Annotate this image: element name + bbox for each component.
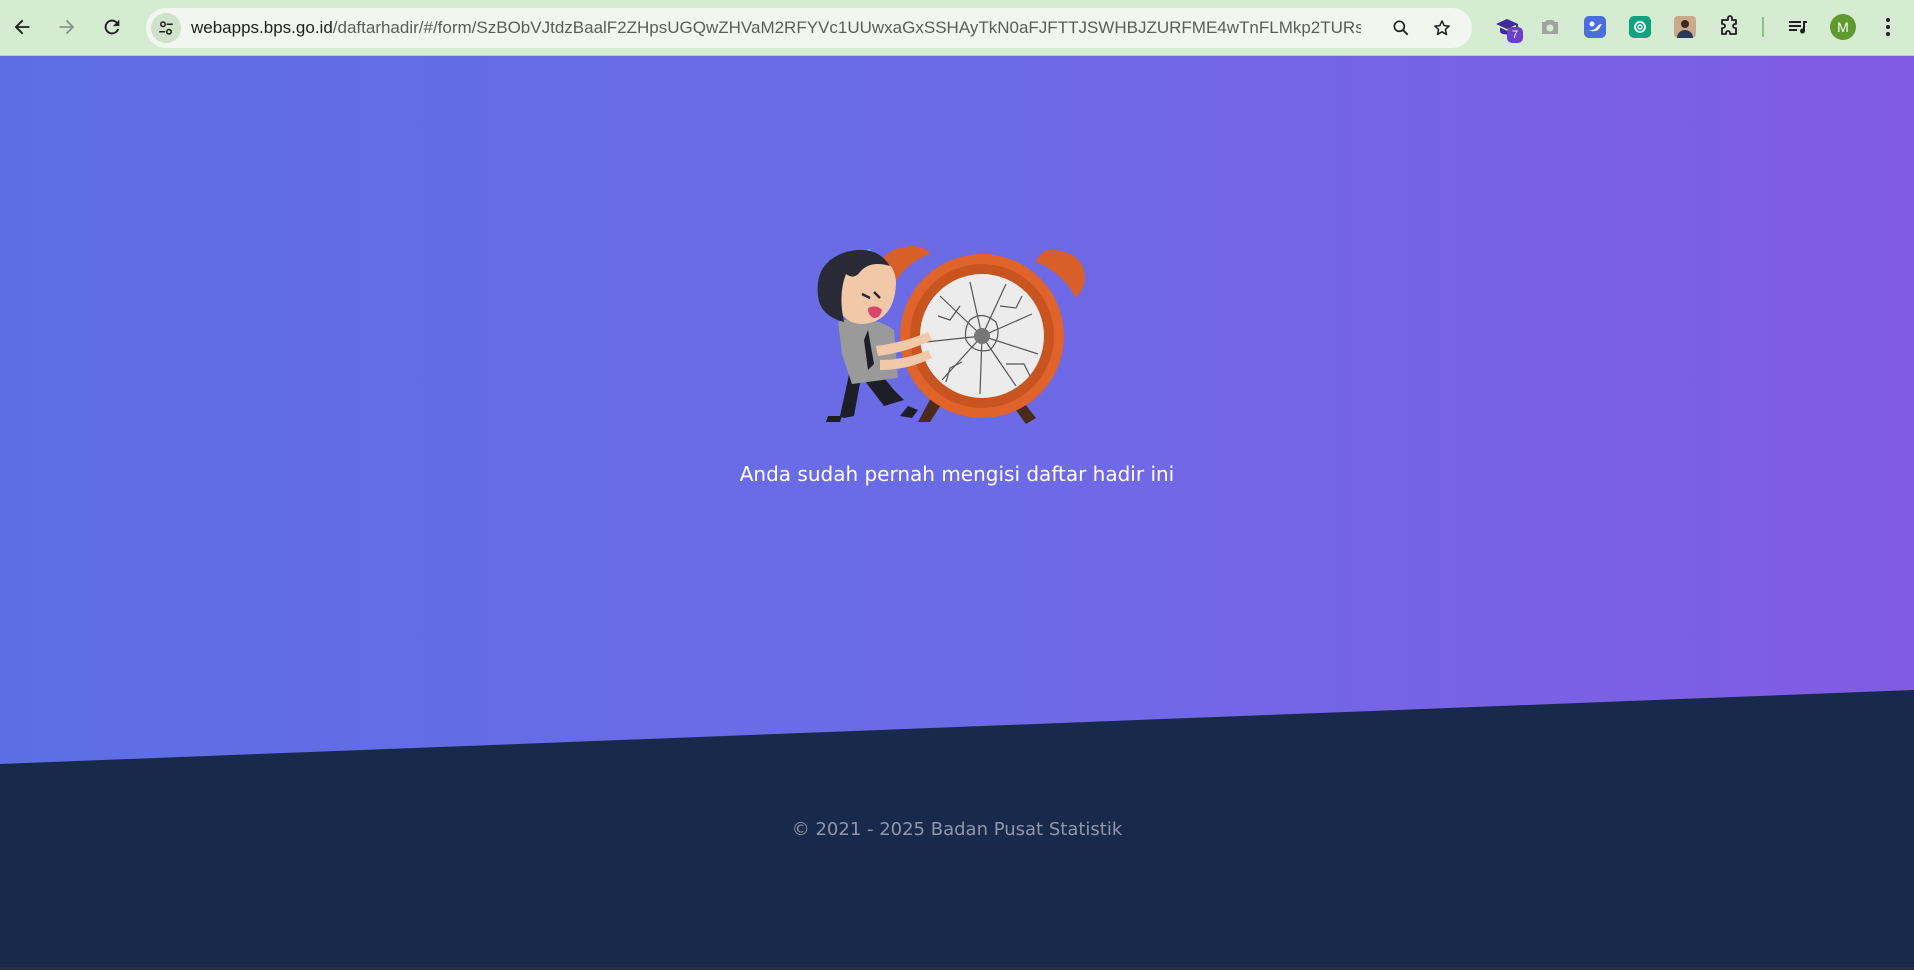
url-path: /daftarhadir/#/form/SzBObVJtdzBaalF2ZHps…: [332, 18, 1361, 37]
url-host: webapps.bps.go.id: [191, 18, 333, 37]
browser-window: webapps.bps.go.id/daftarhadir/#/form/SzB…: [0, 0, 1914, 970]
back-button[interactable]: [4, 9, 40, 45]
extension-blue-bird[interactable]: [1581, 13, 1609, 41]
openai-icon: [1629, 16, 1651, 38]
tune-icon: [159, 21, 173, 35]
arrow-left-icon: [14, 19, 30, 35]
camera-icon: [1542, 20, 1558, 34]
site-info-button[interactable]: [151, 13, 181, 43]
zoom-button[interactable]: [1388, 15, 1414, 41]
browser-toolbar: webapps.bps.go.id/daftarhadir/#/form/SzB…: [0, 0, 1914, 56]
forward-button[interactable]: [49, 9, 85, 45]
browser-menu-button[interactable]: [1874, 13, 1902, 41]
queue-music-icon: [1789, 21, 1807, 34]
media-controls-button[interactable]: [1784, 13, 1812, 41]
extension-graduation-cap[interactable]: 7: [1493, 13, 1523, 43]
already-submitted-message: Anda sudah pernah mengisi daftar hadir i…: [739, 462, 1175, 486]
extension-chatgpt[interactable]: [1626, 13, 1654, 41]
extension-person-avatar[interactable]: [1671, 13, 1699, 41]
toolbar-divider: [1762, 17, 1764, 37]
reload-icon: [104, 19, 120, 35]
puzzle-icon: [1721, 15, 1737, 35]
person-photo-icon: [1674, 16, 1696, 38]
extension-camera[interactable]: [1536, 13, 1564, 41]
star-outline-icon: [1434, 20, 1450, 36]
extensions-button[interactable]: [1716, 13, 1744, 41]
address-bar[interactable]: webapps.bps.go.id/daftarhadir/#/form/SzB…: [146, 8, 1472, 48]
more-vertical-icon: [1886, 18, 1890, 36]
broken-alarm-clock-illustration: [817, 246, 1085, 424]
bookmark-button[interactable]: [1429, 15, 1455, 41]
zoom-icon: [1393, 20, 1409, 36]
url-text[interactable]: webapps.bps.go.id/daftarhadir/#/form/SzB…: [191, 8, 1361, 48]
extension-badge: 7: [1507, 27, 1523, 43]
profile-avatar[interactable]: M: [1830, 14, 1856, 40]
reload-button[interactable]: [94, 9, 130, 45]
footer-copyright: © 2021 - 2025 Badan Pusat Statistik: [791, 819, 1123, 840]
bird-app-icon: [1584, 16, 1606, 38]
arrow-right-icon: [59, 19, 75, 35]
